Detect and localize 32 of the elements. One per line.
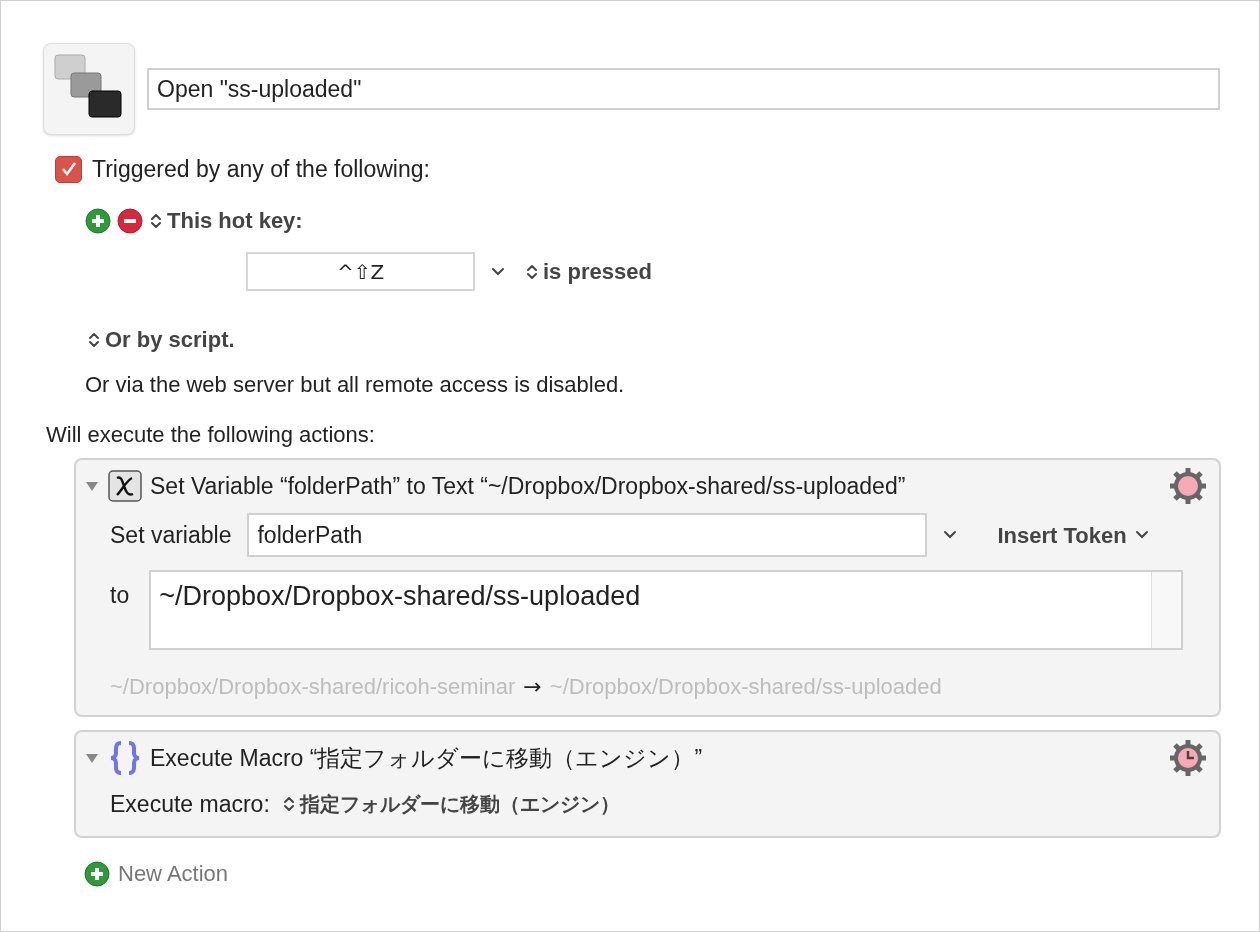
up-down-arrows-icon	[281, 794, 296, 814]
macro-name-field[interactable]: Open "ss-uploaded"	[147, 68, 1220, 110]
new-action-button[interactable]: New Action	[84, 857, 229, 890]
web-server-note: Or via the web server but all remote access is disabled.	[85, 371, 625, 399]
hotkey-field[interactable]: ^⇧Z	[246, 252, 475, 291]
script-trigger-popup[interactable]: Or by script.	[87, 323, 235, 356]
set-variable-label: Set variable	[110, 520, 232, 550]
text-value-field[interactable]: ~/Dropbox/Dropbox-shared/ss-uploaded	[149, 570, 1183, 650]
chevron-down-icon	[1134, 530, 1149, 540]
variable-icon	[108, 470, 142, 502]
action-title: Set Variable “folderPath” to Text “~/Dropbox/Dropbox-shared/ss-uploaded”	[150, 471, 907, 501]
condition-popup[interactable]: is pressed	[525, 255, 652, 288]
add-icon	[84, 860, 110, 887]
chevron-down-icon[interactable]	[943, 530, 958, 540]
braces-icon	[108, 740, 142, 776]
to-label: to	[110, 581, 130, 610]
variable-name-field[interactable]: folderPath	[247, 513, 928, 557]
gear-icon[interactable]	[1169, 739, 1207, 777]
insert-token-menu[interactable]: Insert Token	[997, 518, 1149, 552]
trigger-type-popup[interactable]: This hot key:	[149, 204, 303, 237]
trigger-label: Triggered by any of the following:	[92, 155, 430, 184]
remove-icon[interactable]	[117, 207, 143, 234]
actions-heading: Will execute the following actions:	[46, 421, 375, 449]
macro-icon[interactable]	[43, 43, 135, 135]
macro-popup[interactable]: 指定フォルダーに移動（エンジン）	[281, 789, 620, 819]
trigger-checkbox[interactable]	[55, 155, 82, 183]
preview-arrow: →	[523, 673, 542, 701]
chevron-down-icon[interactable]	[491, 266, 505, 277]
gear-icon[interactable]	[1169, 467, 1207, 505]
add-icon[interactable]	[85, 207, 111, 234]
execute-macro-label: Execute macro:	[110, 789, 270, 819]
action-title: Execute Macro “指定フォルダーに移動（エンジン）”	[150, 743, 704, 773]
